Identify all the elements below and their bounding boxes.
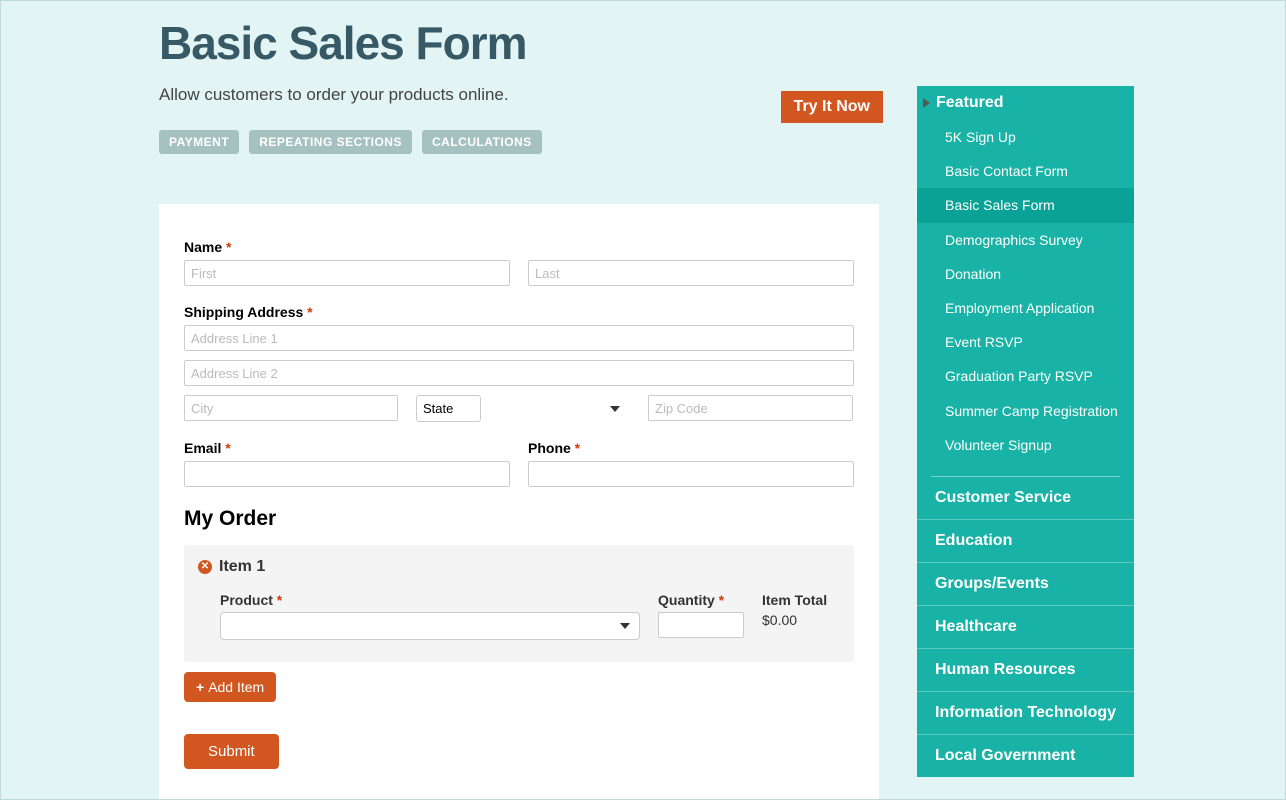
- city-field[interactable]: [184, 395, 398, 421]
- sidebar-item-basic-contact-form[interactable]: Basic Contact Form: [917, 154, 1134, 188]
- sidebar-item-link[interactable]: Basic Sales Form: [917, 188, 1134, 222]
- sidebar-featured-header[interactable]: Featured: [917, 86, 1134, 120]
- product-select[interactable]: [220, 612, 640, 640]
- sidebar-item-employment-application[interactable]: Employment Application: [917, 291, 1134, 325]
- sidebar-item-5k-sign-up[interactable]: 5K Sign Up: [917, 120, 1134, 154]
- sidebar-item-link[interactable]: Graduation Party RSVP: [917, 359, 1134, 393]
- sidebar-category-information-technology[interactable]: Information Technology: [917, 691, 1134, 734]
- sidebar-item-event-rsvp[interactable]: Event RSVP: [917, 325, 1134, 359]
- tag-calculations[interactable]: CALCULATIONS: [422, 130, 542, 154]
- sidebar-item-link[interactable]: Event RSVP: [917, 325, 1134, 359]
- submit-button[interactable]: Submit: [184, 734, 279, 769]
- item-title: Item 1: [219, 558, 265, 576]
- item-total-label: Item Total: [762, 592, 840, 608]
- first-name-field[interactable]: [184, 260, 510, 286]
- add-item-button[interactable]: + Add Item: [184, 672, 276, 702]
- quantity-field[interactable]: [658, 612, 744, 638]
- sidebar-category-customer-service[interactable]: Customer Service: [917, 477, 1134, 519]
- phone-label: Phone *: [528, 440, 854, 456]
- form-card: Name * Shipping Address *: [159, 204, 879, 799]
- phone-field[interactable]: [528, 461, 854, 487]
- quantity-label: Quantity *: [658, 592, 744, 608]
- address-line-2-field[interactable]: [184, 360, 854, 386]
- order-item-row: ✕ Item 1 Product * Quantity *: [184, 545, 854, 662]
- name-label: Name *: [184, 239, 854, 255]
- sidebar-item-link[interactable]: Donation: [917, 257, 1134, 291]
- sidebar-category-human-resources[interactable]: Human Resources: [917, 648, 1134, 691]
- item-total-value: $0.00: [762, 612, 840, 628]
- sidebar-category-groups-events[interactable]: Groups/Events: [917, 562, 1134, 605]
- sidebar-item-link[interactable]: Basic Contact Form: [917, 154, 1134, 188]
- tag-payment[interactable]: PAYMENT: [159, 130, 239, 154]
- tag-row: PAYMENT REPEATING SECTIONS CALCULATIONS: [159, 130, 889, 154]
- page-title: Basic Sales Form: [159, 16, 889, 70]
- my-order-heading: My Order: [184, 507, 854, 531]
- sidebar-item-demographics-survey[interactable]: Demographics Survey: [917, 223, 1134, 257]
- sidebar-category-healthcare[interactable]: Healthcare: [917, 605, 1134, 648]
- state-select[interactable]: State: [416, 395, 481, 422]
- sidebar-item-volunteer-signup[interactable]: Volunteer Signup: [917, 428, 1134, 462]
- zip-code-field[interactable]: [648, 395, 853, 421]
- sidebar-item-link[interactable]: Volunteer Signup: [917, 428, 1134, 462]
- address-line-1-field[interactable]: [184, 325, 854, 351]
- chevron-right-icon: [923, 98, 930, 108]
- plus-icon: +: [196, 679, 204, 695]
- main-content: Basic Sales Form Allow customers to orde…: [159, 1, 889, 799]
- sidebar-category-education[interactable]: Education: [917, 519, 1134, 562]
- remove-item-icon[interactable]: ✕: [198, 560, 212, 574]
- email-field[interactable]: [184, 461, 510, 487]
- product-label: Product *: [220, 592, 640, 608]
- sidebar-item-summer-camp-registration[interactable]: Summer Camp Registration: [917, 394, 1134, 428]
- page-description: Allow customers to order your products o…: [159, 85, 889, 105]
- shipping-address-label: Shipping Address *: [184, 304, 854, 320]
- tag-repeating-sections[interactable]: REPEATING SECTIONS: [249, 130, 412, 154]
- sidebar-item-link[interactable]: Employment Application: [917, 291, 1134, 325]
- sidebar-item-link[interactable]: 5K Sign Up: [917, 120, 1134, 154]
- sidebar-item-basic-sales-form[interactable]: Basic Sales Form: [917, 188, 1134, 222]
- last-name-field[interactable]: [528, 260, 854, 286]
- sidebar-item-graduation-party-rsvp[interactable]: Graduation Party RSVP: [917, 359, 1134, 393]
- sidebar: Featured 5K Sign UpBasic Contact FormBas…: [917, 86, 1134, 777]
- sidebar-item-link[interactable]: Summer Camp Registration: [917, 394, 1134, 428]
- email-label: Email *: [184, 440, 510, 456]
- sidebar-item-link[interactable]: Demographics Survey: [917, 223, 1134, 257]
- try-it-now-button[interactable]: Try It Now: [781, 91, 883, 123]
- sidebar-item-donation[interactable]: Donation: [917, 257, 1134, 291]
- sidebar-category-local-government[interactable]: Local Government: [917, 734, 1134, 777]
